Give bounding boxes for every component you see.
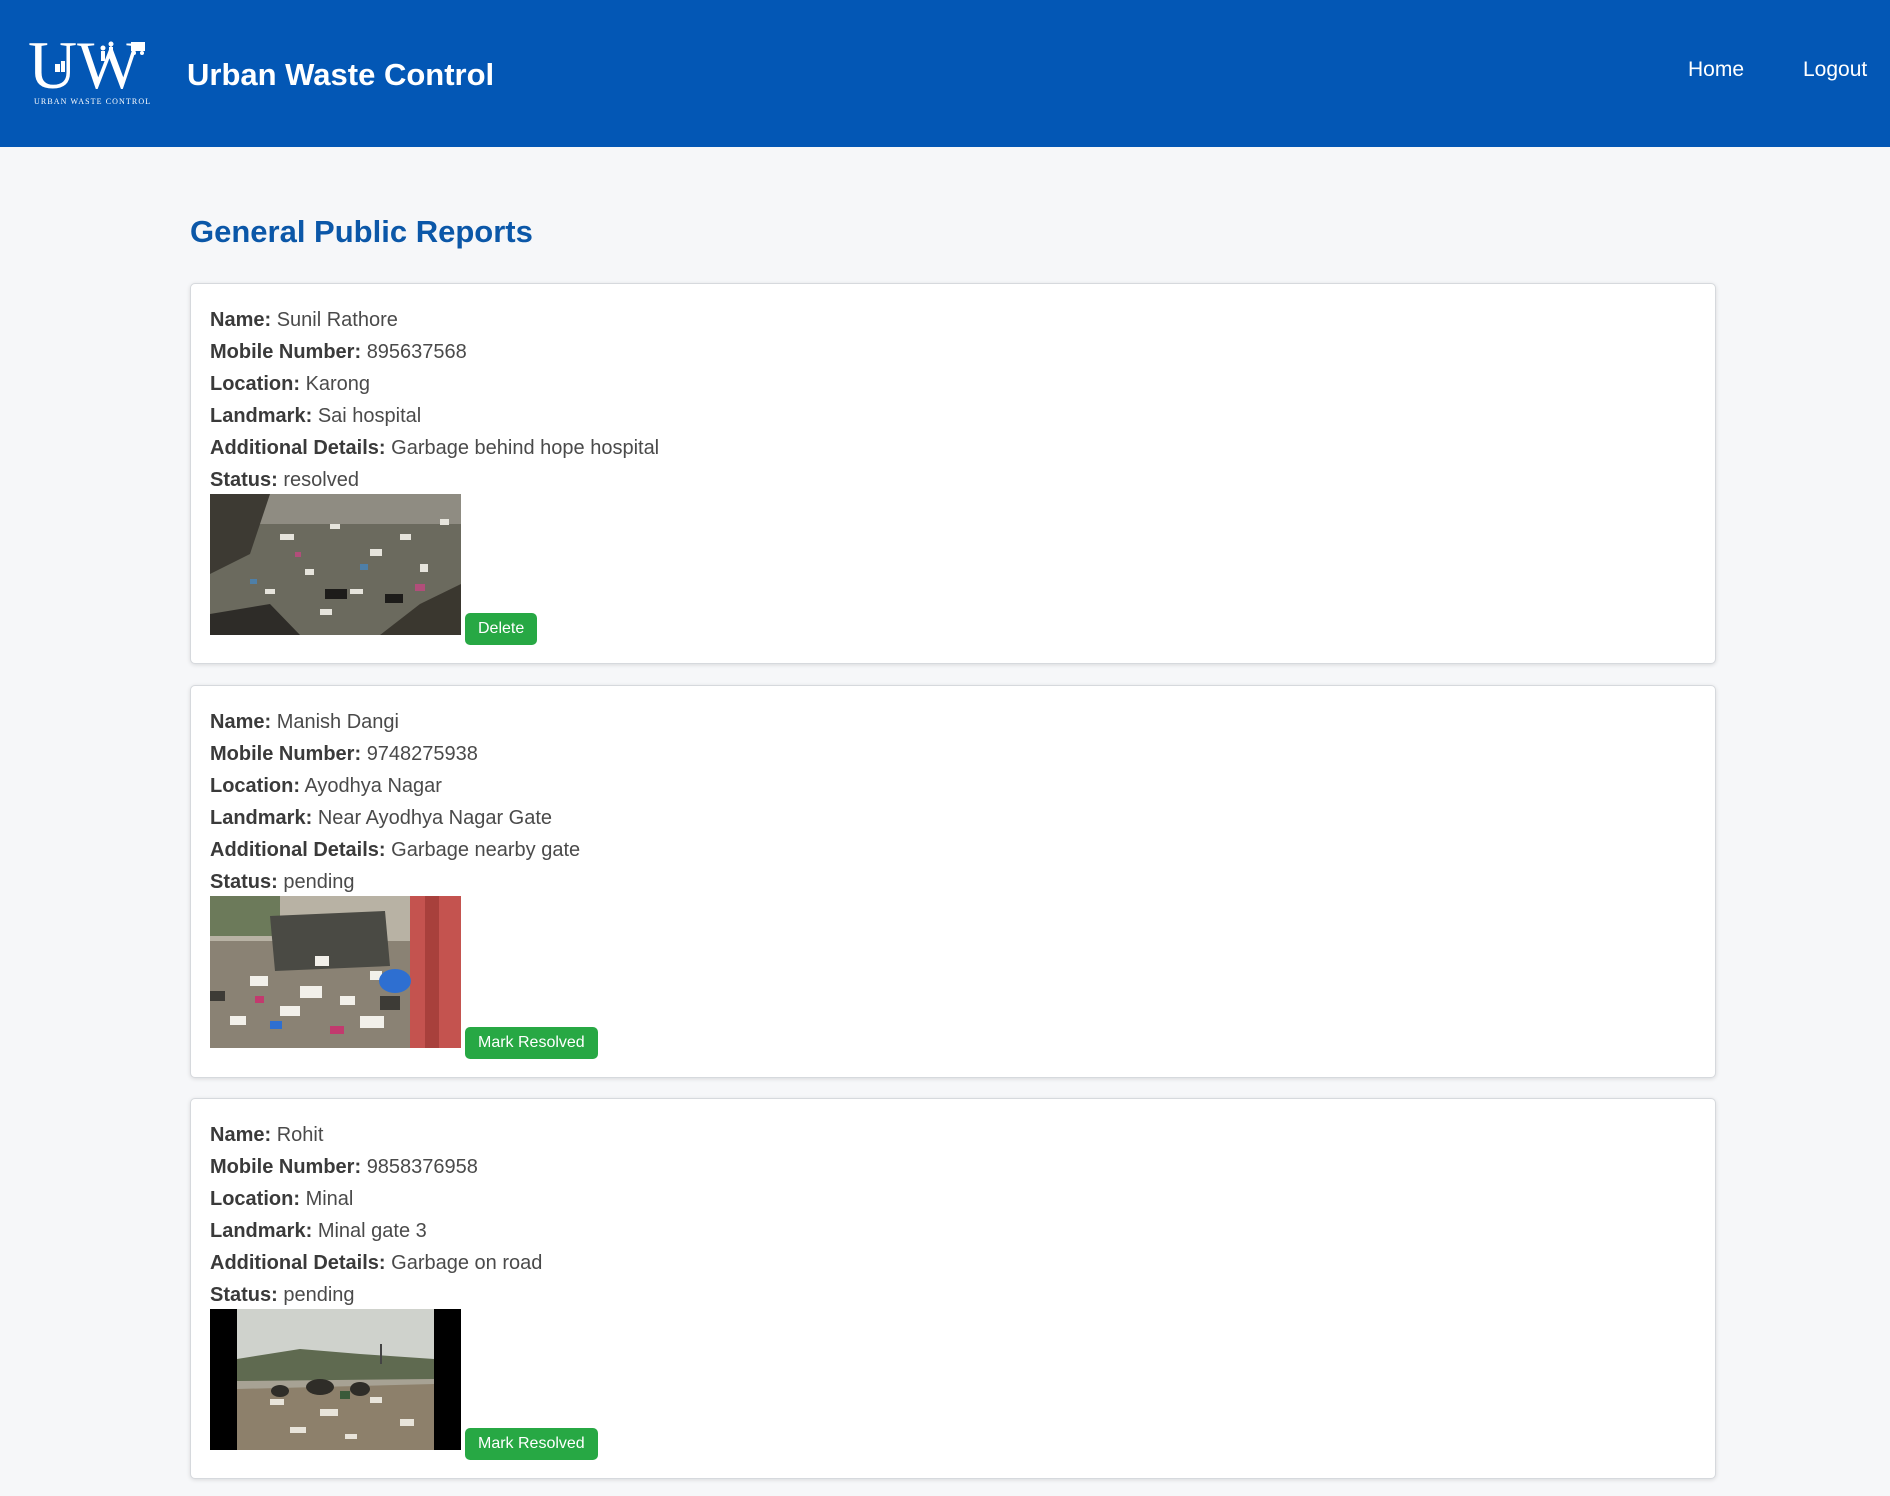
report-landmark: Landmark: Sai hospital	[210, 404, 421, 428]
status-value: pending	[283, 1284, 355, 1306]
details-label: Additional Details:	[210, 1252, 386, 1274]
mobile-label: Mobile Number:	[210, 341, 362, 363]
mobile-value: 9748275938	[366, 743, 478, 765]
mark-resolved-button[interactable]: Mark Resolved	[465, 1428, 598, 1460]
page-heading: General Public Reports	[190, 214, 533, 249]
location-value: Karong	[305, 373, 371, 395]
delete-button[interactable]: Delete	[465, 613, 538, 645]
status-value: pending	[283, 871, 355, 893]
report-details: Additional Details: Garbage nearby gate	[210, 838, 580, 862]
report-mobile: Mobile Number: 9858376958	[210, 1155, 478, 1179]
report-status: Status: pending	[210, 870, 355, 894]
details-value: Garbage nearby gate	[391, 839, 581, 861]
report-location: Location: Karong	[210, 372, 370, 396]
landmark-label: Landmark:	[210, 405, 313, 427]
report-name: Name: Sunil Rathore	[210, 308, 398, 332]
mobile-label: Mobile Number:	[210, 1156, 362, 1178]
nav-logout-link[interactable]: Logout	[1803, 58, 1867, 82]
report-status: Status: resolved	[210, 468, 359, 492]
report-landmark: Landmark: Near Ayodhya Nagar Gate	[210, 806, 552, 830]
name-label: Name:	[210, 711, 272, 733]
report-card: Name: Manish Dangi Mobile Number: 974827…	[190, 685, 1716, 1078]
status-label: Status:	[210, 871, 278, 893]
logo-subtext: URBAN WASTE CONTROL	[34, 97, 151, 106]
report-location: Location: Minal	[210, 1187, 353, 1211]
landmark-label: Landmark:	[210, 807, 313, 829]
status-label: Status:	[210, 469, 278, 491]
name-value: Rohit	[276, 1124, 324, 1146]
report-landmark: Landmark: Minal gate 3	[210, 1219, 427, 1243]
mark-resolved-button[interactable]: Mark Resolved	[465, 1027, 598, 1059]
top-navbar: UW URBAN WASTE CONTROL Urban Waste Contr…	[0, 0, 1890, 147]
status-label: Status:	[210, 1284, 278, 1306]
name-value: Sunil Rathore	[276, 309, 398, 331]
garbage-photo	[210, 896, 461, 1048]
status-value: resolved	[283, 469, 359, 491]
report-card: Name: Sunil Rathore Mobile Number: 89563…	[190, 283, 1716, 664]
report-mobile: Mobile Number: 895637568	[210, 340, 467, 364]
report-location: Location: Ayodhya Nagar	[210, 774, 442, 798]
name-label: Name:	[210, 309, 272, 331]
garbage-photo	[210, 1309, 461, 1450]
report-name: Name: Rohit	[210, 1123, 323, 1147]
brand-title: Urban Waste Control	[187, 57, 495, 92]
location-label: Location:	[210, 1188, 300, 1210]
landmark-label: Landmark:	[210, 1220, 313, 1242]
name-label: Name:	[210, 1124, 272, 1146]
logo-letters: UW	[28, 28, 142, 103]
report-card: Name: Rohit Mobile Number: 9858376958 Lo…	[190, 1098, 1716, 1479]
details-label: Additional Details:	[210, 437, 386, 459]
location-value: Minal	[305, 1188, 354, 1210]
landmark-value: Minal gate 3	[317, 1220, 427, 1242]
report-status: Status: pending	[210, 1283, 355, 1307]
landmark-value: Near Ayodhya Nagar Gate	[317, 807, 553, 829]
landmark-value: Sai hospital	[317, 405, 422, 427]
details-label: Additional Details:	[210, 839, 386, 861]
uw-logo[interactable]: UW URBAN WASTE CONTROL	[28, 28, 164, 112]
location-label: Location:	[210, 373, 300, 395]
location-value: Ayodhya Nagar	[304, 775, 442, 797]
garbage-photo	[210, 494, 461, 635]
report-mobile: Mobile Number: 9748275938	[210, 742, 478, 766]
mobile-value: 895637568	[366, 341, 467, 363]
nav-home-link[interactable]: Home	[1688, 58, 1744, 82]
mobile-label: Mobile Number:	[210, 743, 362, 765]
name-value: Manish Dangi	[276, 711, 399, 733]
report-details: Additional Details: Garbage behind hope …	[210, 436, 659, 460]
details-value: Garbage on road	[391, 1252, 543, 1274]
report-details: Additional Details: Garbage on road	[210, 1251, 542, 1275]
mobile-value: 9858376958	[366, 1156, 478, 1178]
report-name: Name: Manish Dangi	[210, 710, 399, 734]
details-value: Garbage behind hope hospital	[391, 437, 660, 459]
location-label: Location:	[210, 775, 300, 797]
